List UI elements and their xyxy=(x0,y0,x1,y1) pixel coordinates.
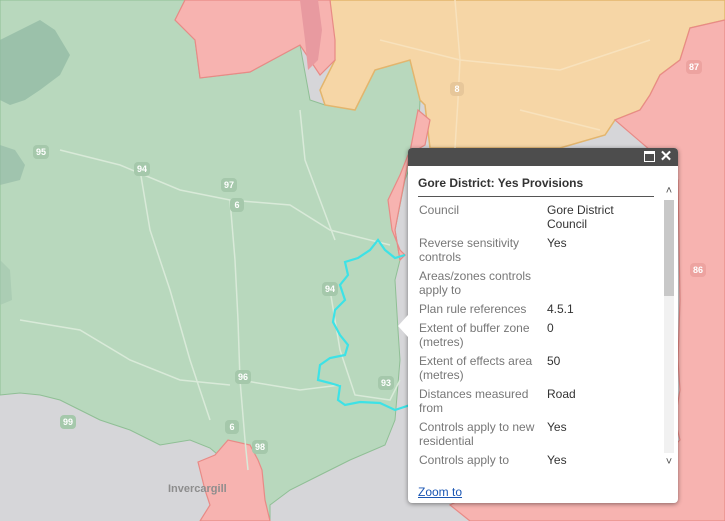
attribute-row: Areas/zones controls apply to xyxy=(416,267,656,300)
attribute-label: Controls apply to new residential xyxy=(419,420,535,448)
attribute-label: Controls apply to xyxy=(419,453,510,467)
shield-8: 8 xyxy=(450,82,464,96)
scroll-up-icon[interactable]: ˄ xyxy=(662,184,676,198)
svg-text:98: 98 xyxy=(255,442,265,452)
attribute-row: Reverse sensitivity controls Yes xyxy=(416,234,656,267)
shield-99: 99 xyxy=(60,415,76,429)
popup-content[interactable]: Council Gore District Council Reverse sens… xyxy=(408,201,678,485)
attribute-row: Extent of buffer zone (metres) 0 xyxy=(416,319,656,352)
attribute-table: Council Gore District Council Reverse sens… xyxy=(416,201,656,470)
attribute-label: Council xyxy=(419,203,460,217)
shield-94b: 94 xyxy=(322,282,338,296)
svg-text:94: 94 xyxy=(137,164,147,174)
svg-text:99: 99 xyxy=(63,417,73,427)
svg-text:8: 8 xyxy=(454,84,459,94)
attribute-value: 0 xyxy=(547,321,554,335)
svg-text:86: 86 xyxy=(693,265,703,275)
popup-title: Gore District: Yes Provisions xyxy=(418,176,654,197)
popup-titlebar: ✕ xyxy=(408,148,678,166)
svg-text:95: 95 xyxy=(36,147,46,157)
scrollbar-thumb[interactable] xyxy=(664,200,674,296)
attribute-row: Controls apply to Yes xyxy=(416,451,656,470)
svg-text:6: 6 xyxy=(229,422,234,432)
attribute-value: 50 xyxy=(547,354,561,368)
shield-87: 87 xyxy=(686,60,702,74)
shield-93: 93 xyxy=(378,376,394,390)
attribute-label: Distances measured from xyxy=(419,387,529,415)
attribute-label: Extent of buffer zone (metres) xyxy=(419,321,530,349)
maximize-icon[interactable] xyxy=(642,150,656,164)
attribute-row: Controls apply to new residential Yes xyxy=(416,418,656,451)
attribute-label: Areas/zones controls apply to xyxy=(419,269,532,297)
attribute-label: Reverse sensitivity controls xyxy=(419,236,520,264)
shield-86: 86 xyxy=(690,263,706,277)
shield-97: 97 xyxy=(221,178,237,192)
close-icon[interactable]: ✕ xyxy=(659,149,673,164)
scroll-down-icon[interactable]: ˅ xyxy=(662,455,676,469)
attribute-value: Yes xyxy=(547,420,567,434)
shield-6a: 6 xyxy=(230,198,244,212)
svg-text:97: 97 xyxy=(224,180,234,190)
popup-scrollbar[interactable]: ˄ ˅ xyxy=(662,184,676,469)
attribute-value: Gore District Council xyxy=(547,203,614,231)
attribute-row: Distances measured from Road xyxy=(416,385,656,418)
shield-96: 96 xyxy=(235,370,251,384)
svg-text:94: 94 xyxy=(325,284,335,294)
attribute-row: Plan rule references 4.5.1 xyxy=(416,300,656,319)
popup-pointer xyxy=(398,315,408,337)
attribute-label: Extent of effects area (metres) xyxy=(419,354,533,382)
city-label-invercargill: Invercargill xyxy=(168,483,227,495)
svg-text:93: 93 xyxy=(381,378,391,388)
zoom-to-link[interactable]: Zoom to xyxy=(418,485,462,499)
attribute-value: Road xyxy=(547,387,576,401)
shield-94a: 94 xyxy=(134,162,150,176)
attribute-value: 4.5.1 xyxy=(547,302,574,316)
attribute-value xyxy=(544,267,656,300)
svg-text:96: 96 xyxy=(238,372,248,382)
attribute-value: Yes xyxy=(547,453,567,467)
shield-6b: 6 xyxy=(225,420,239,434)
attribute-label: Plan rule references xyxy=(419,302,527,316)
attribute-value: Yes xyxy=(547,236,567,250)
shield-98: 98 xyxy=(252,440,268,454)
svg-text:87: 87 xyxy=(689,62,699,72)
info-popup[interactable]: ✕ Gore District: Yes Provisions Council G… xyxy=(398,148,678,503)
attribute-row: Council Gore District Council xyxy=(416,201,656,234)
svg-text:6: 6 xyxy=(234,200,239,210)
attribute-row: Extent of effects area (metres) 50 xyxy=(416,352,656,385)
shield-95: 95 xyxy=(33,145,49,159)
